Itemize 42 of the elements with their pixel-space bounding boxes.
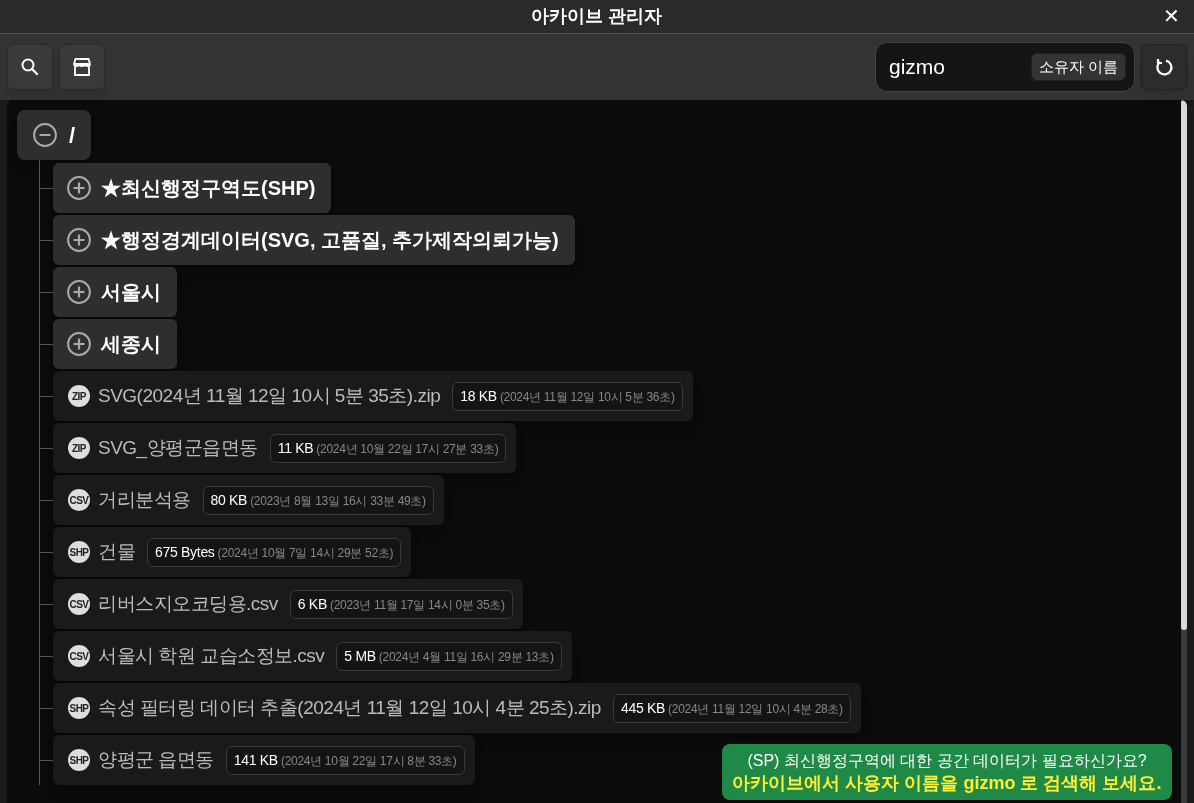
file-type-icon: SHP xyxy=(68,697,90,719)
search-icon xyxy=(20,57,40,77)
store-button[interactable] xyxy=(59,44,105,90)
file-type-icon: SHP xyxy=(68,541,90,563)
file-info: 675 Bytes (2024년 10월 7일 14시 29분 52초) xyxy=(147,537,402,567)
file-node[interactable]: SHP 건물 675 Bytes (2024년 10월 7일 14시 29분 52초) xyxy=(53,527,412,577)
file-type-icon: SHP xyxy=(68,749,90,771)
file-info: 6 KB (2023년 11월 17일 14시 0분 35초) xyxy=(289,589,513,619)
owner-name-chip[interactable]: 소유자 이름 xyxy=(1030,52,1126,82)
refresh-icon xyxy=(1154,57,1174,77)
storefront-icon xyxy=(71,56,93,78)
toast-message: (SP) 최신행정구역에 대한 공간 데이터가 필요하신가요? xyxy=(747,751,1147,771)
file-node[interactable]: CSV 거리분석용 80 KB (2023년 8월 13일 16시 33분 49초) xyxy=(53,475,444,525)
toast-hint: 아카이브에서 사용자 이름을 gizmo 로 검색해 보세요. xyxy=(732,772,1162,794)
file-node[interactable]: CSV 서울시 학원 교습소정보.csv 5 MB (2024년 4월 11일 16시 29분 13초) xyxy=(53,631,572,681)
file-node[interactable]: ZIP SVG_양평군읍면동 11 KB (2024년 10월 22일 17시 27분 33초) xyxy=(53,423,517,473)
file-type-icon: CSV xyxy=(68,593,90,615)
file-info: 5 MB (2024년 4월 11일 16시 29분 13초) xyxy=(336,641,562,671)
scrollbar[interactable] xyxy=(1181,100,1187,803)
file-node[interactable]: ZIP SVG(2024년 11월 12일 10시 5분 35초).zip 18 KB (2024년 11월 12일 10시 5분 36초) xyxy=(53,371,693,421)
file-type-icon: CSV xyxy=(68,489,90,511)
file-info: 141 KB (2024년 10월 22일 17시 8분 33초) xyxy=(225,745,465,775)
file-node[interactable]: SHP 양평군 읍면동 141 KB (2024년 10월 22일 17시 8분 33초) xyxy=(53,735,475,785)
file-type-icon: CSV xyxy=(68,645,90,667)
file-node[interactable]: CSV 리버스지오코딩용.csv 6 KB (2023년 11월 17일 14시 0분 35초) xyxy=(53,579,523,629)
close-button[interactable]: ✕ xyxy=(1159,4,1184,28)
folder-node[interactable]: / xyxy=(17,110,92,160)
file-info: 18 KB (2024년 11월 12일 10시 5분 36초) xyxy=(452,381,683,411)
refresh-button[interactable] xyxy=(1141,44,1187,90)
search-field[interactable]: gizmo 소유자 이름 xyxy=(875,42,1135,92)
window-title: 아카이브 관리자 xyxy=(531,5,663,28)
file-type-icon: ZIP xyxy=(68,385,90,407)
file-info: 80 KB (2023년 8월 13일 16시 33분 49초) xyxy=(202,485,434,515)
file-node[interactable]: SHP 속성 필터링 데이터 추출(2024년 11월 12일 10시 4분 25초).zip 445 KB (2024년 11월 12일 10시 4분 28초) xyxy=(53,683,861,733)
folder-node[interactable]: ★행정경계데이터(SVG, 고품질, 추가제작의뢰가능) xyxy=(53,215,575,265)
folder-node[interactable]: 세종시 xyxy=(53,319,177,369)
folder-node[interactable]: ★최신행정구역도(SHP) xyxy=(53,163,332,213)
search-button[interactable] xyxy=(7,44,53,90)
file-type-icon: ZIP xyxy=(68,437,90,459)
file-info: 445 KB (2024년 11월 12일 10시 4분 28초) xyxy=(612,693,851,723)
folder-node[interactable]: 서울시 xyxy=(53,267,177,317)
file-info: 11 KB (2024년 10월 22일 17시 27분 33초) xyxy=(269,433,507,463)
